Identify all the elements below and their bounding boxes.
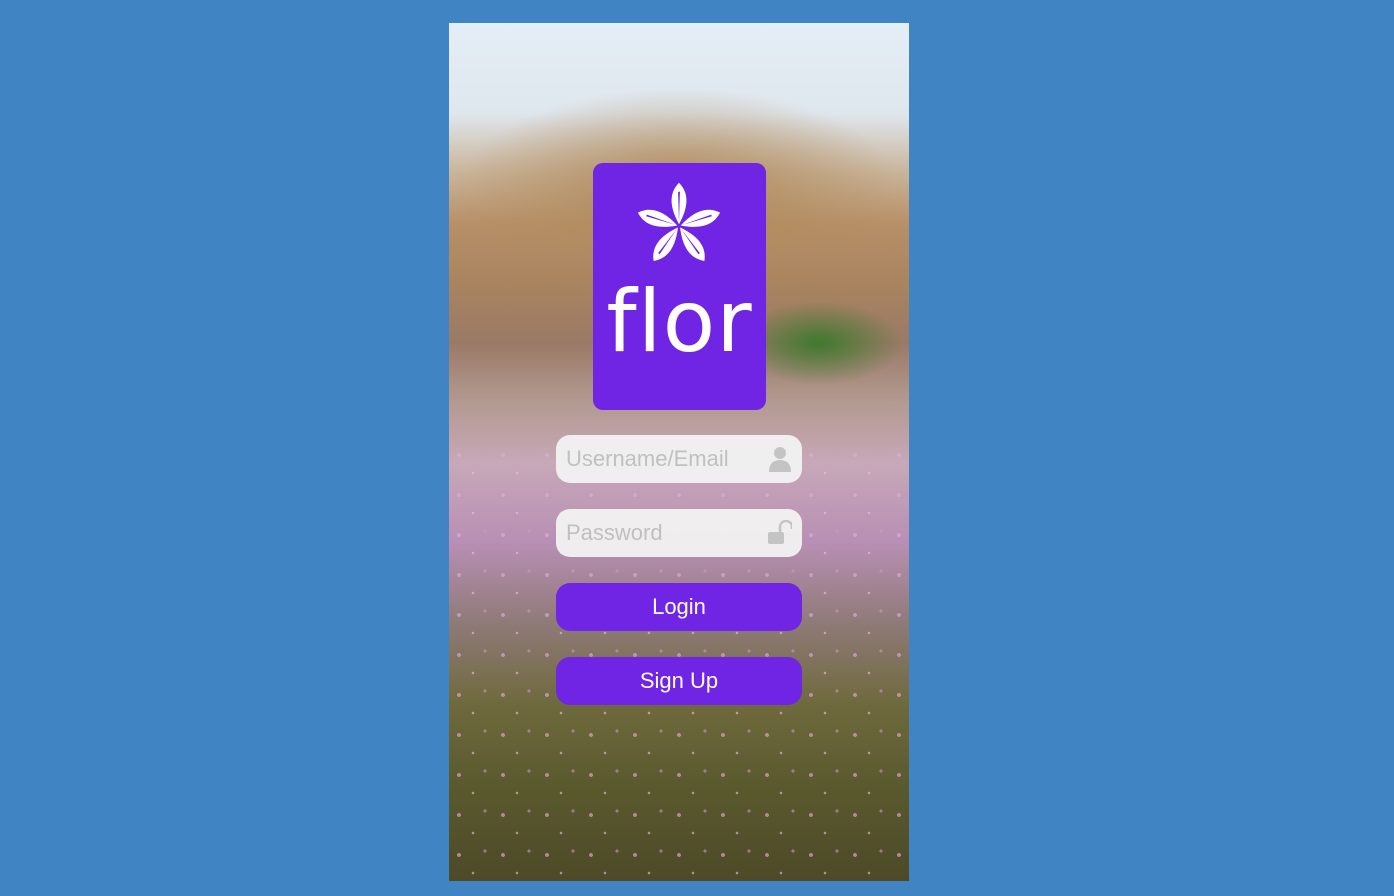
app-name: flor xyxy=(606,272,753,372)
username-input[interactable] xyxy=(566,435,756,483)
flower-icon xyxy=(637,182,721,261)
app-screen: flor Login Sign Up xyxy=(449,23,909,881)
password-input[interactable] xyxy=(566,509,756,557)
unlock-icon xyxy=(768,520,792,544)
user-icon xyxy=(769,447,791,472)
password-field[interactable] xyxy=(556,509,802,557)
username-field[interactable] xyxy=(556,435,802,483)
login-button[interactable]: Login xyxy=(556,583,802,631)
app-logo: flor xyxy=(593,163,766,410)
sign-up-button[interactable]: Sign Up xyxy=(556,657,802,705)
